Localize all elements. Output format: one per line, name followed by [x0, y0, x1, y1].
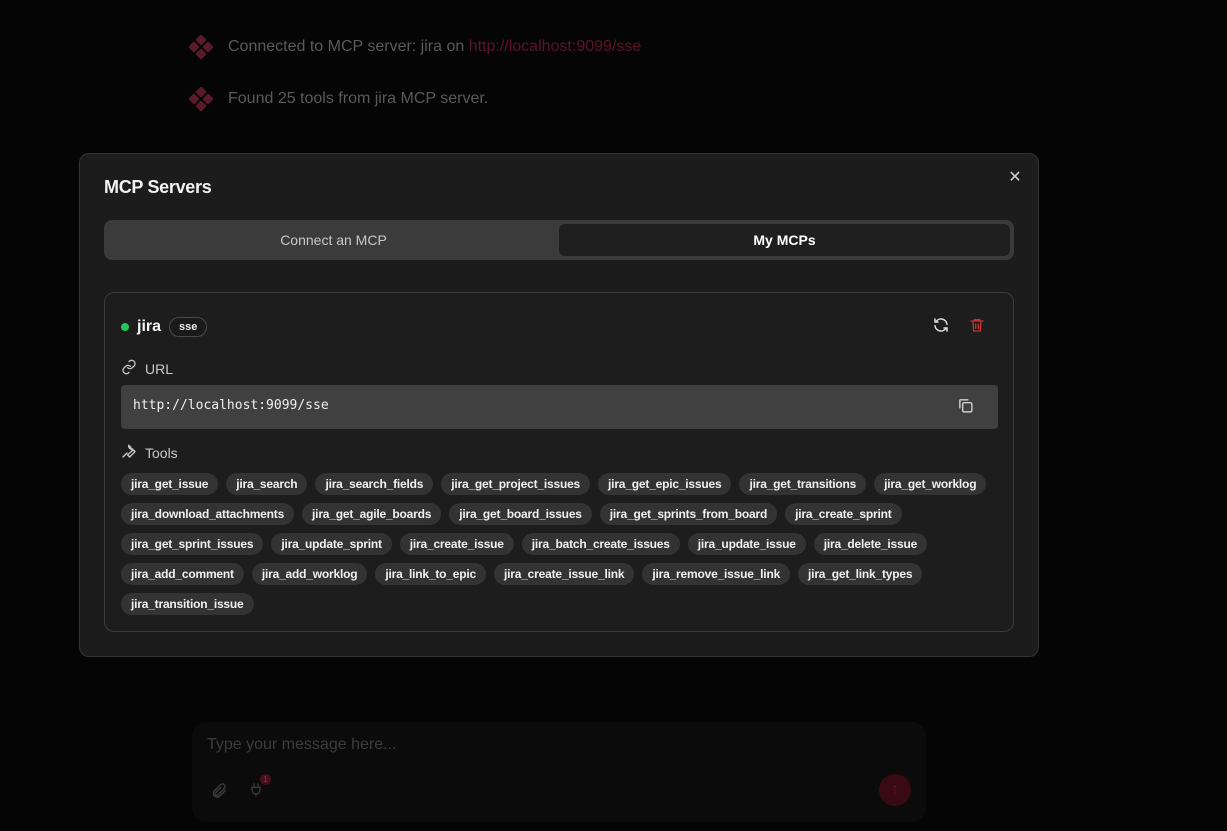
tool-chip: jira_get_project_issues: [441, 473, 591, 495]
tool-chip: jira_link_to_epic: [375, 563, 486, 585]
tool-chip: jira_batch_create_issues: [521, 533, 680, 555]
transport-badge: sse: [169, 317, 208, 337]
tool-chip: jira_create_issue_link: [494, 563, 635, 585]
tool-chip: jira_delete_issue: [813, 533, 928, 555]
tool-chip: jira_update_issue: [687, 533, 806, 555]
tool-chip: jira_create_issue: [399, 533, 514, 555]
tool-chip: jira_get_sprint_issues: [121, 533, 264, 555]
tool-chip: jira_get_sprints_from_board: [599, 503, 778, 525]
url-section-label: URL: [121, 359, 173, 378]
tool-chip: jira_remove_issue_link: [642, 563, 791, 585]
tools-label: Tools: [145, 444, 178, 461]
tab-connect-an-mcp[interactable]: Connect an MCP: [108, 224, 559, 256]
tool-chip: jira_get_worklog: [874, 473, 987, 495]
tool-chip: jira_get_board_issues: [449, 503, 592, 525]
tool-chip: jira_get_link_types: [798, 563, 923, 585]
tool-list: jira_get_issue jira_search jira_search_fie…: [121, 473, 1001, 615]
chat-message-prefix: Connected to MCP server: jira on: [228, 38, 469, 55]
tab-bar: Connect an MCP My MCPs: [104, 220, 1014, 260]
tool-chip: jira_add_comment: [121, 563, 244, 585]
trash-icon[interactable]: [969, 316, 989, 336]
tool-chip: jira_get_transitions: [739, 473, 867, 495]
mcp-servers-dialog: MCP Servers ✕ Connect an MCP My MCPs jir…: [79, 153, 1039, 657]
message-composer: Type your message here... 1 ↑: [192, 722, 926, 822]
chat-message: Connected to MCP server: jira on http://…: [188, 34, 641, 60]
paperclip-icon[interactable]: [210, 780, 228, 805]
tool-chip: jira_get_agile_boards: [302, 503, 442, 525]
tab-my-mcps[interactable]: My MCPs: [559, 224, 1010, 256]
message-input[interactable]: Type your message here...: [207, 736, 396, 754]
tool-chip: jira_search: [226, 473, 308, 495]
tool-chip: jira_add_worklog: [251, 563, 368, 585]
status-indicator: [121, 323, 129, 331]
link-icon: [121, 359, 137, 378]
url-field: http://localhost:9099/sse: [121, 385, 998, 429]
tool-chip: jira_transition_issue: [121, 593, 254, 615]
server-card: jira sse URL http://localhost:9099/sse T: [104, 292, 1014, 632]
tool-chip: jira_get_issue: [121, 473, 219, 495]
tool-chip: jira_search_fields: [315, 473, 434, 495]
refresh-icon[interactable]: [932, 316, 952, 336]
tools-section-label: Tools: [121, 443, 178, 462]
copy-icon[interactable]: [957, 397, 977, 417]
chat-message-text: Connected to MCP server: jira on http://…: [228, 38, 641, 56]
chat-message: Found 25 tools from jira MCP server.: [188, 86, 489, 112]
tool-chip: jira_get_epic_issues: [598, 473, 732, 495]
chat-message-link[interactable]: http://localhost:9099/sse: [469, 38, 642, 55]
tool-chip: jira_update_sprint: [271, 533, 392, 555]
server-name: jira: [137, 318, 162, 335]
tool-chip: jira_download_attachments: [121, 503, 295, 525]
url-value: http://localhost:9099/sse: [133, 398, 329, 413]
assistant-logo-icon: [188, 86, 214, 112]
close-icon[interactable]: ✕: [1005, 168, 1025, 188]
server-header: jira sse: [121, 317, 208, 337]
chat-message-text: Found 25 tools from jira MCP server.: [228, 90, 489, 107]
dialog-title: MCP Servers: [104, 177, 212, 197]
wrench-icon: [121, 443, 137, 462]
assistant-logo-icon: [188, 34, 214, 60]
send-button[interactable]: ↑: [879, 774, 911, 806]
mcp-count-badge: 1: [260, 774, 271, 785]
tool-chip: jira_create_sprint: [785, 503, 902, 525]
url-label: URL: [145, 360, 174, 377]
